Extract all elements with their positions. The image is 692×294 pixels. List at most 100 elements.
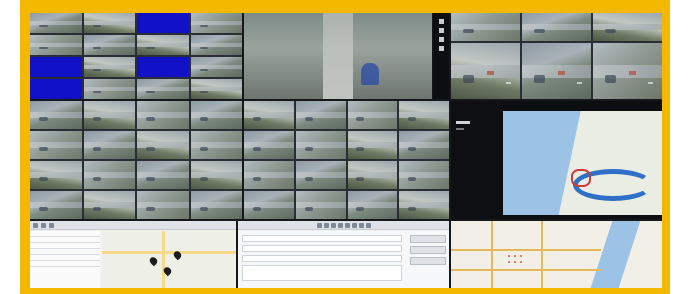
camera-tile-offline[interactable] [137, 57, 189, 77]
camera-tile-offline[interactable] [137, 13, 189, 33]
camera-tile[interactable] [593, 43, 662, 99]
camera-tile-offline[interactable] [30, 57, 82, 77]
camera-tile[interactable] [137, 101, 189, 129]
search-icon[interactable] [41, 222, 46, 228]
action-button[interactable] [410, 257, 446, 265]
camera-tile[interactable] [83, 35, 135, 55]
camera-tile[interactable] [30, 131, 82, 159]
camera-tile[interactable] [190, 101, 242, 129]
camera-tile[interactable] [83, 79, 135, 99]
camera-tile[interactable] [244, 101, 294, 129]
camera-tile[interactable] [190, 79, 242, 99]
camera-tile[interactable] [295, 191, 346, 219]
incident-form-window [238, 221, 449, 288]
toolbar-icon[interactable] [330, 222, 336, 228]
camera-tile[interactable] [451, 43, 520, 99]
action-button[interactable] [410, 235, 446, 243]
camera-tile[interactable] [83, 161, 135, 189]
toolbar-icon[interactable] [323, 222, 329, 228]
video-wall-screen [30, 13, 662, 288]
camera-tile[interactable] [190, 191, 242, 219]
route-marker [571, 169, 591, 187]
camera-tile[interactable] [30, 101, 82, 129]
toolbar-icon[interactable] [316, 222, 322, 228]
camera-tile[interactable] [244, 161, 294, 189]
camera-tile[interactable] [190, 35, 242, 55]
camera-tile[interactable] [137, 79, 189, 99]
form-input[interactable] [242, 245, 402, 252]
map-view[interactable] [503, 111, 662, 215]
map-road [162, 231, 165, 288]
map-pin-icon[interactable] [148, 255, 159, 267]
camera-tile[interactable] [137, 35, 189, 55]
camera-tile[interactable] [30, 191, 82, 219]
play-icon[interactable] [438, 19, 444, 24]
sea-area [503, 111, 583, 215]
app-toolbar [30, 221, 236, 230]
camera-tile[interactable] [347, 101, 398, 129]
form-input[interactable] [242, 255, 402, 262]
map-poi-cluster [506, 253, 526, 263]
toolbar-icon[interactable] [351, 222, 357, 228]
camera-tile[interactable] [83, 57, 135, 77]
camera-tile[interactable] [295, 101, 346, 129]
camera-tile[interactable] [347, 161, 398, 189]
record-icon[interactable] [438, 37, 444, 42]
camera-feed-main[interactable] [244, 13, 432, 99]
city-map-panel[interactable] [451, 221, 662, 288]
camera-tile[interactable] [137, 161, 189, 189]
camera-tile[interactable] [399, 101, 449, 129]
camera-tile[interactable] [83, 131, 135, 159]
camera-tile[interactable] [295, 131, 346, 159]
form-side-buttons [410, 235, 446, 265]
camera-tile[interactable] [190, 161, 242, 189]
camera-tile[interactable] [137, 191, 189, 219]
map-road [451, 269, 601, 271]
menu-icon[interactable] [33, 222, 38, 228]
camera-tile[interactable] [347, 191, 398, 219]
filter-icon[interactable] [49, 222, 54, 228]
map-road [102, 251, 236, 254]
camera-tile[interactable] [190, 13, 242, 33]
sidebar-label [456, 121, 470, 124]
form-toolbar [238, 221, 449, 230]
camera-tile[interactable] [522, 43, 591, 99]
camera-tile[interactable] [30, 35, 82, 55]
camera-tile[interactable] [30, 13, 82, 33]
camera-tile[interactable] [347, 131, 398, 159]
camera-tile-offline[interactable] [30, 79, 82, 99]
camera-grid-top-left [30, 13, 242, 99]
camera-tile[interactable] [244, 191, 294, 219]
camera-tile[interactable] [522, 13, 591, 41]
toolbar-icon[interactable] [365, 222, 371, 228]
sidebar-sublabel [456, 128, 464, 130]
tracking-app-window [30, 221, 236, 288]
camera-tile[interactable] [137, 131, 189, 159]
action-button[interactable] [410, 246, 446, 254]
camera-tile[interactable] [593, 13, 662, 41]
camera-tile[interactable] [244, 131, 294, 159]
tracking-map[interactable] [102, 231, 236, 288]
camera-tile[interactable] [399, 161, 449, 189]
camera-tile[interactable] [30, 161, 82, 189]
list-item[interactable] [30, 261, 100, 267]
toolbar-icon[interactable] [337, 222, 343, 228]
form-input[interactable] [242, 235, 402, 242]
camera-tile[interactable] [83, 191, 135, 219]
camera-tile[interactable] [399, 191, 449, 219]
toolbar-icon[interactable] [358, 222, 364, 228]
camera-tile[interactable] [83, 13, 135, 33]
camera-tile[interactable] [83, 101, 135, 129]
zoom-icon[interactable] [438, 28, 444, 33]
settings-icon[interactable] [438, 46, 444, 51]
form-textarea[interactable] [242, 265, 402, 281]
vehicle-list [30, 231, 100, 288]
camera-tile[interactable] [451, 13, 520, 41]
camera-tile[interactable] [190, 131, 242, 159]
camera-grid-top-right [451, 13, 662, 99]
toolbar-icon[interactable] [344, 222, 350, 228]
camera-tile[interactable] [295, 161, 346, 189]
river-area [588, 221, 642, 288]
camera-tile[interactable] [399, 131, 449, 159]
camera-tile[interactable] [190, 57, 242, 77]
